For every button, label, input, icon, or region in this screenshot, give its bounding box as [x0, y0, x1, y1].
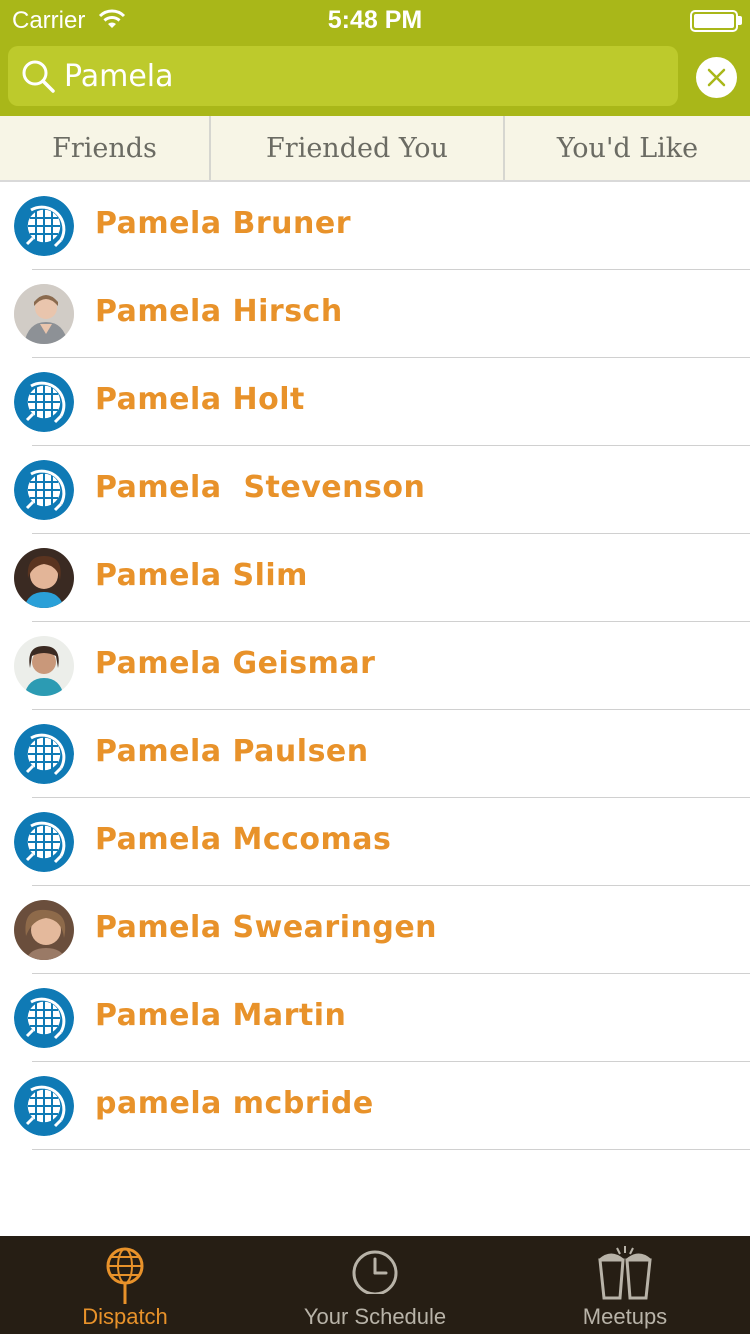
search-icon [22, 60, 55, 93]
clock-icon [352, 1250, 398, 1294]
tab-youd-like[interactable]: You'd Like [505, 116, 750, 180]
tab-dispatch-label: Dispatch [82, 1304, 168, 1329]
list-item[interactable]: Pamela Stevenson [0, 446, 750, 534]
user-name: Pamela Slim [95, 558, 308, 593]
list-item[interactable]: Pamela Holt [0, 358, 750, 446]
user-name: Pamela Hirsch [95, 294, 343, 329]
user-name: pamela mcbride [95, 1086, 374, 1121]
tab-your-schedule[interactable]: Your Schedule [250, 1236, 500, 1334]
user-name: Pamela Swearingen [95, 910, 438, 945]
avatar-photo [14, 284, 74, 344]
tab-meetups[interactable]: Meetups [500, 1236, 750, 1334]
results-list: Pamela Bruner Pamela Hirsch Pamela Holt … [0, 182, 750, 1150]
avatar-globe-icon [14, 460, 74, 520]
list-item[interactable]: Pamela Swearingen [0, 886, 750, 974]
list-item[interactable]: Pamela Paulsen [0, 710, 750, 798]
list-item[interactable]: Pamela Martin [0, 974, 750, 1062]
dispatch-globe-icon [106, 1247, 144, 1304]
list-item[interactable]: pamela mcbride [0, 1062, 750, 1150]
avatar-photo [14, 548, 74, 608]
user-name: Pamela Paulsen [95, 734, 369, 769]
avatar-globe-icon [14, 1076, 74, 1136]
list-item[interactable]: Pamela Mccomas [0, 798, 750, 886]
tab-dispatch[interactable]: Dispatch [0, 1236, 250, 1334]
status-time: 5:48 PM [327, 6, 423, 34]
user-name: Pamela Mccomas [95, 822, 392, 857]
user-name: Pamela Bruner [95, 206, 352, 241]
tab-your-schedule-label: Your Schedule [303, 1304, 447, 1329]
tab-friended-you[interactable]: Friended You [211, 116, 505, 180]
search-input[interactable] [64, 54, 664, 98]
list-item[interactable]: Pamela Geismar [0, 622, 750, 710]
segmented-tabs: Friends Friended You You'd Like [0, 116, 750, 182]
search-bar[interactable] [8, 46, 678, 106]
list-item[interactable]: Pamela Bruner [0, 182, 750, 270]
tab-meetups-label: Meetups [582, 1304, 668, 1329]
avatar-globe-icon [14, 812, 74, 872]
status-bar: Carrier 5:48 PM [0, 0, 750, 40]
battery-icon [690, 10, 738, 32]
avatar-photo [14, 900, 74, 960]
drinks-icon [598, 1246, 652, 1300]
avatar-photo [14, 636, 74, 696]
list-item[interactable]: Pamela Slim [0, 534, 750, 622]
close-icon [707, 68, 726, 87]
avatar-globe-icon [14, 724, 74, 784]
list-item[interactable]: Pamela Hirsch [0, 270, 750, 358]
user-name: Pamela Holt [95, 382, 305, 417]
user-name: Pamela Stevenson [95, 470, 426, 505]
avatar-globe-icon [14, 988, 74, 1048]
header: Carrier 5:48 PM [0, 0, 750, 116]
user-name: Pamela Geismar [95, 646, 376, 681]
avatar-globe-icon [14, 196, 74, 256]
tab-friends[interactable]: Friends [0, 116, 211, 180]
clear-search-button[interactable] [696, 57, 737, 98]
avatar-globe-icon [14, 372, 74, 432]
tab-bar: Dispatch Your Schedule Meetups [0, 1236, 750, 1334]
user-name: Pamela Martin [95, 998, 347, 1033]
battery-tip [738, 16, 742, 25]
